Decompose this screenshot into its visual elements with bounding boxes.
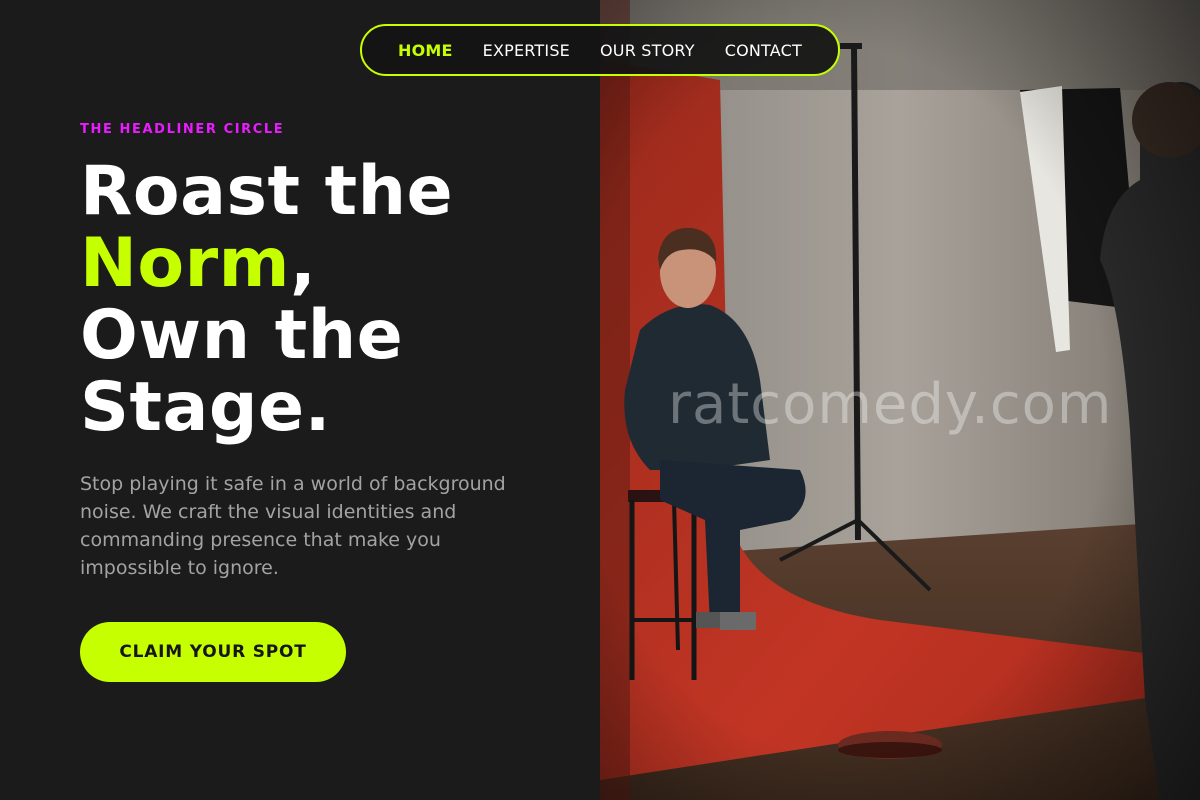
headline-line-1: Roast the [80, 152, 454, 231]
headline-line-4: Stage. [80, 368, 331, 447]
nav-home-link[interactable]: HOME [398, 41, 453, 60]
headline-accent-word: Norm [80, 224, 291, 303]
nav-expertise-link[interactable]: EXPERTISE [483, 41, 570, 60]
main-navigation: HOME EXPERTISE OUR STORY CONTACT [360, 24, 840, 76]
nav-contact-link[interactable]: CONTACT [725, 41, 802, 60]
headline-line-3: Own the [80, 296, 404, 375]
nav-our-story-link[interactable]: OUR STORY [600, 41, 695, 60]
hero-left-panel: THE HEADLINER CIRCLE Roast the Norm, Own… [0, 0, 600, 800]
photo-watermark: ratcomedy.com [668, 372, 1113, 437]
hero-eyebrow: THE HEADLINER CIRCLE [80, 122, 285, 137]
claim-your-spot-button[interactable]: CLAIM YOUR SPOT [80, 622, 346, 682]
hero-headline: Roast the Norm, Own the Stage. [80, 156, 580, 444]
headline-line-2: Norm, [80, 228, 580, 300]
hero-description: Stop playing it safe in a world of backg… [80, 473, 506, 579]
headline-accent-suffix: , [290, 224, 317, 303]
